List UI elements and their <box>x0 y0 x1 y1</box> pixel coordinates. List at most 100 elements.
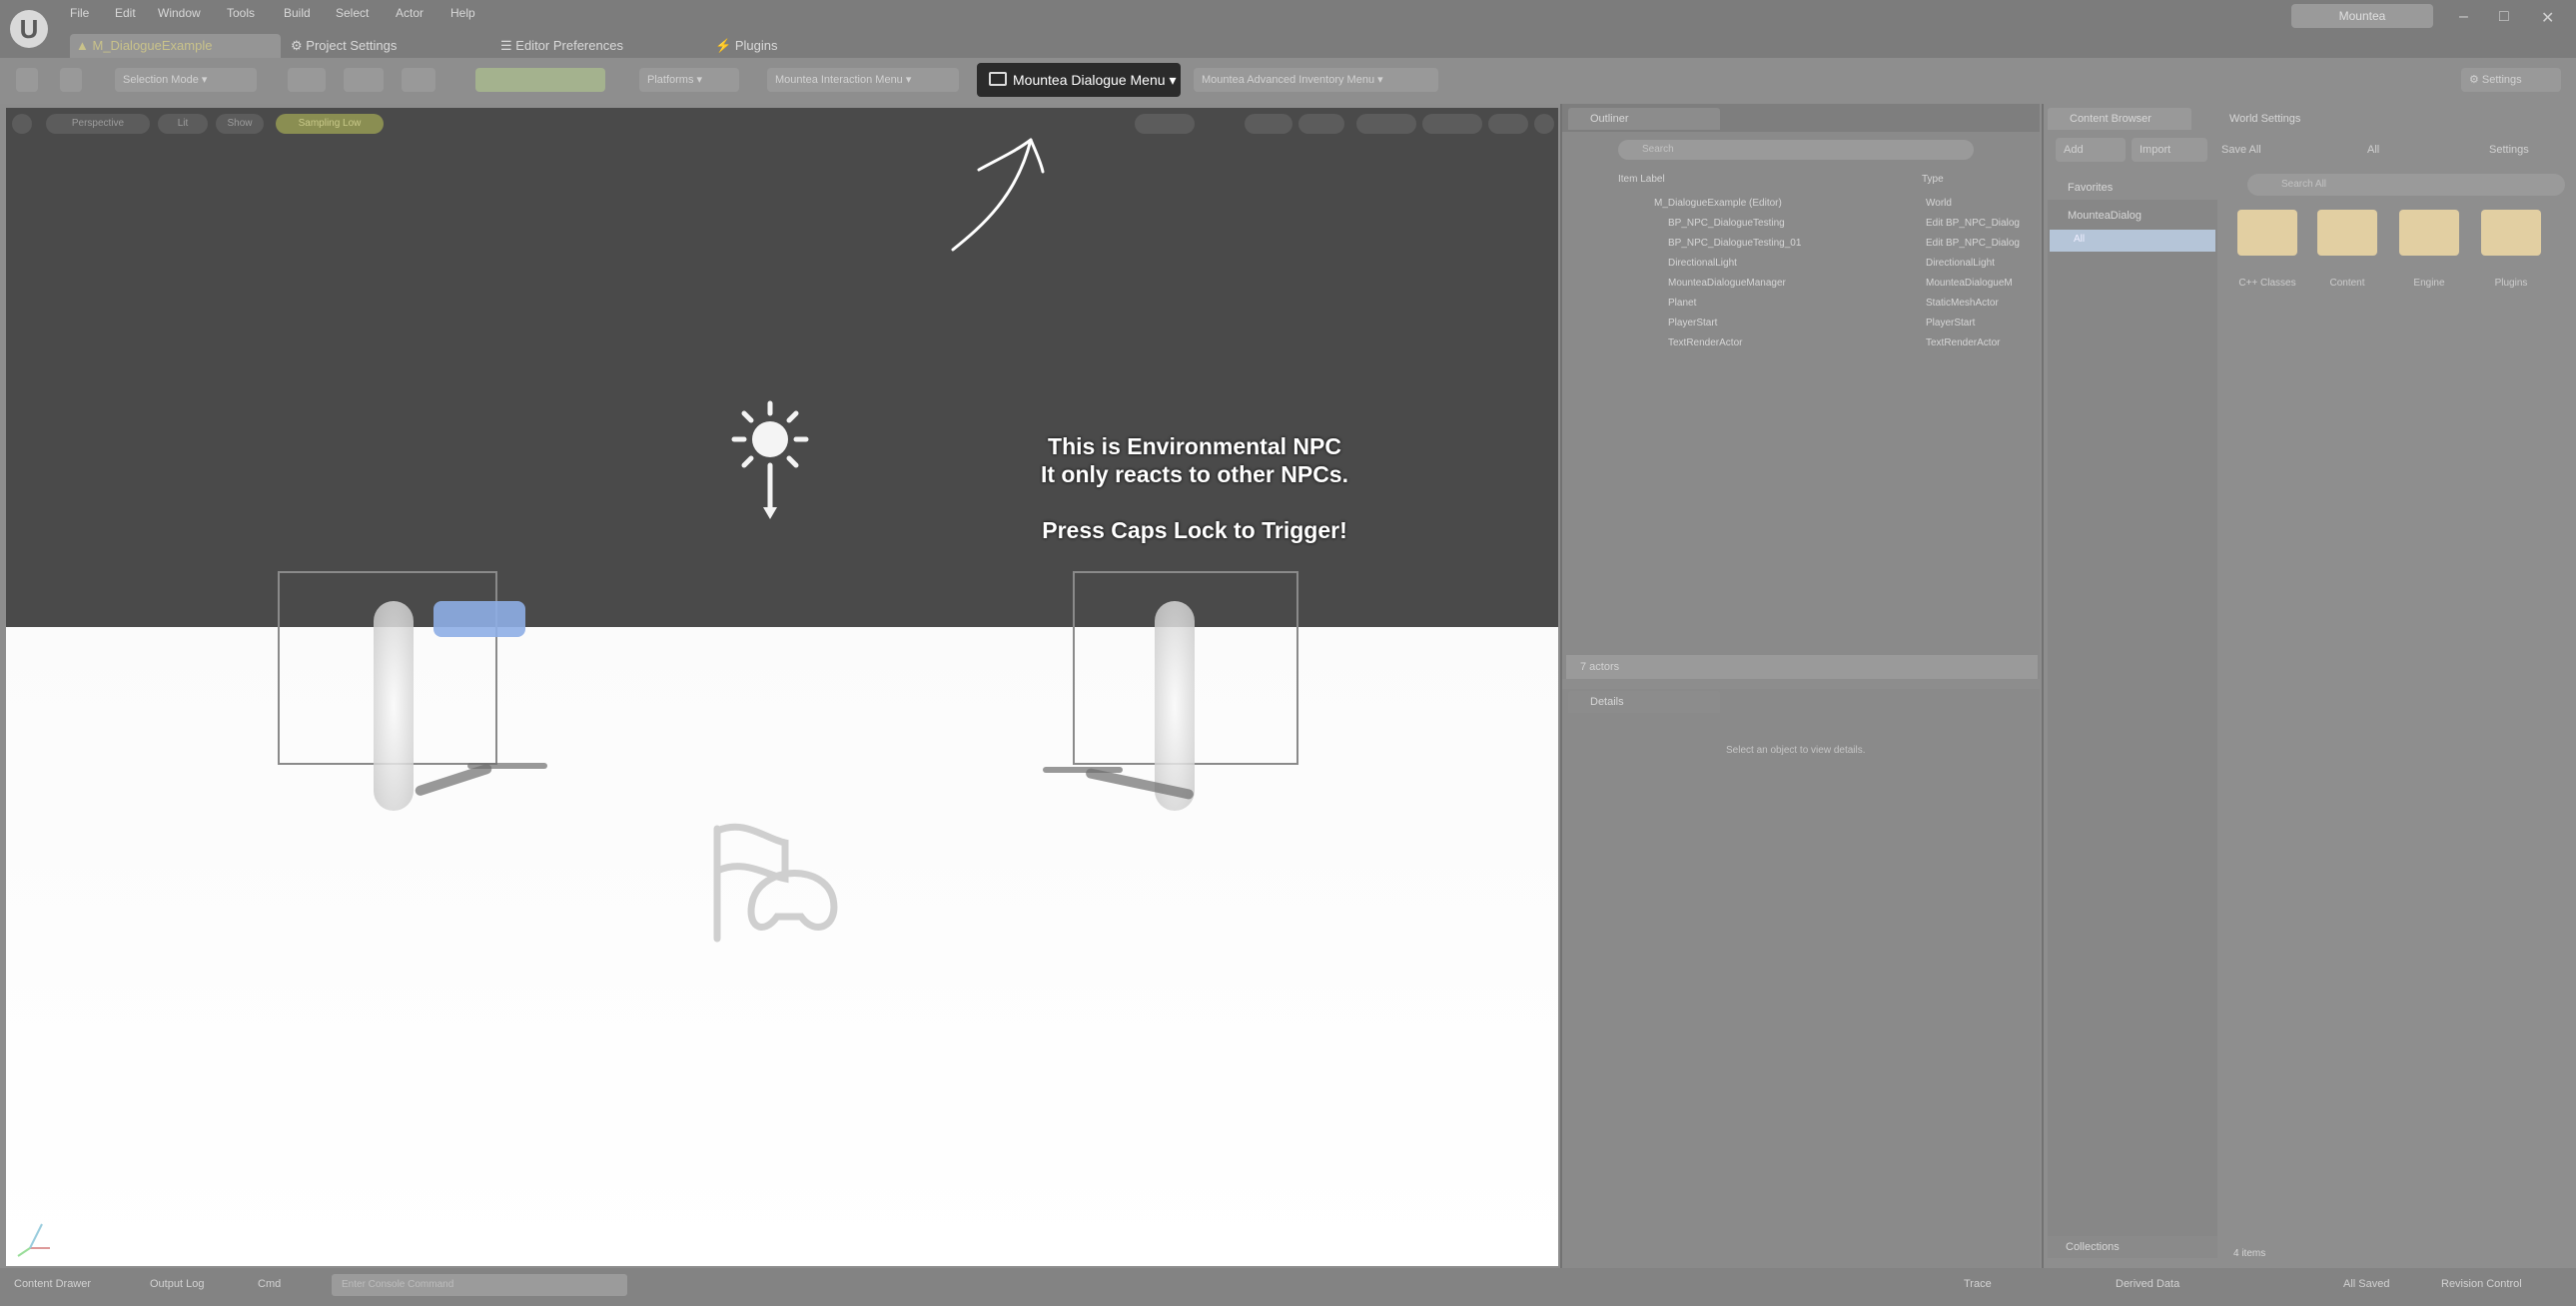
tab-content-browser[interactable]: Content Browser <box>2048 108 2191 130</box>
tab-plugins[interactable]: ⚡ Plugins <box>709 34 865 58</box>
project-section[interactable]: MounteaDialog <box>2052 206 2215 226</box>
menu-window[interactable]: Window <box>158 6 201 20</box>
content-drawer-button[interactable]: Content Drawer <box>14 1278 91 1290</box>
outliner-row-label[interactable]: PlayerStart <box>1668 318 1717 328</box>
tab-details[interactable]: Details <box>1568 691 1720 713</box>
save-icon[interactable] <box>16 68 38 92</box>
blueprint-icon[interactable] <box>344 68 384 92</box>
unreal-logo-icon[interactable]: U <box>10 10 48 48</box>
perspective-chip[interactable]: Perspective <box>46 114 150 134</box>
add-actor-icon[interactable] <box>288 68 326 92</box>
cinematics-icon[interactable] <box>402 68 435 92</box>
console-input[interactable]: Enter Console Command <box>332 1274 627 1296</box>
outliner-row-label[interactable]: M_DialogueExample (Editor) <box>1654 198 1782 209</box>
play-controls[interactable] <box>475 68 605 92</box>
outliner-row-label[interactable]: BP_NPC_DialogueTesting <box>1668 218 1785 229</box>
menu-select[interactable]: Select <box>336 6 369 20</box>
add-button[interactable]: Add <box>2056 138 2126 162</box>
tab-world-settings[interactable]: World Settings <box>2207 108 2347 130</box>
world-settings-tab-label: World Settings <box>2229 113 2301 125</box>
settings-label: Settings <box>2481 74 2522 86</box>
trace-button[interactable]: Trace <box>1964 1278 1992 1290</box>
folder-label: C++ Classes <box>2238 278 2296 289</box>
outliner-row-label[interactable]: DirectionalLight <box>1668 258 1737 269</box>
tab-outliner[interactable]: Outliner <box>1568 108 1720 130</box>
outliner-row-label[interactable]: TextRenderActor <box>1668 337 1742 348</box>
menu-file[interactable]: File <box>70 6 89 20</box>
menu-edit[interactable]: Edit <box>115 6 136 20</box>
cb-settings-button[interactable]: Settings <box>2481 138 2565 162</box>
tab-project-settings[interactable]: ⚙ Project Settings <box>285 34 490 58</box>
lit-chip[interactable]: Lit <box>158 114 208 134</box>
browse-icon[interactable] <box>60 68 82 92</box>
cb-search-input[interactable]: Search All <box>2247 174 2565 196</box>
outliner-row-label[interactable]: Planet <box>1668 298 1696 309</box>
user-badge[interactable]: Mountea <box>2291 4 2433 28</box>
col-item-label[interactable]: Item Label <box>1618 174 1665 185</box>
collections-section[interactable]: Collections <box>2048 1236 2217 1258</box>
output-log-button[interactable]: Output Log <box>150 1278 204 1290</box>
viewport-options-icon[interactable] <box>12 114 32 134</box>
menu-help[interactable]: Help <box>450 6 475 20</box>
outliner-row-type: TextRenderActor <box>1926 337 2001 348</box>
player-start-icon[interactable] <box>705 819 845 951</box>
scale-snap[interactable] <box>1422 114 1482 134</box>
dialogue-menu-button[interactable]: Mountea Dialogue Menu ▾ <box>977 63 1181 97</box>
directional-light-icon[interactable] <box>725 397 815 527</box>
cmd-dropdown[interactable]: Cmd <box>258 1278 281 1290</box>
revision-control-button[interactable]: Revision Control <box>2441 1278 2522 1290</box>
maximize-button[interactable]: □ <box>2499 8 2509 26</box>
close-button[interactable]: ✕ <box>2541 8 2554 28</box>
content-browser-tab-label: Content Browser <box>2070 113 2151 125</box>
npc-character-left[interactable] <box>374 601 414 811</box>
camera-speed[interactable] <box>1488 114 1528 134</box>
menu-tools[interactable]: Tools <box>227 6 255 20</box>
panel-divider[interactable] <box>1560 104 1562 1268</box>
folder-all-selected[interactable]: All <box>2050 230 2215 252</box>
maximize-viewport-icon[interactable] <box>1534 114 1554 134</box>
all-saved-button[interactable]: All Saved <box>2343 1278 2389 1290</box>
favorites-section[interactable]: Favorites <box>2052 178 2215 198</box>
inventory-menu-button[interactable]: Mountea Advanced Inventory Menu ▾ <box>1194 68 1438 92</box>
tab-editor-preferences[interactable]: ☰ Editor Preferences <box>494 34 700 58</box>
chevron-down-icon: ▾ <box>1169 72 1177 88</box>
col-type[interactable]: Type <box>1922 174 1944 185</box>
settings-button[interactable]: ⚙ Settings <box>2461 68 2561 92</box>
tab-plugins-label: Plugins <box>734 38 778 53</box>
folder-cpp-classes[interactable] <box>2237 210 2297 256</box>
preferences-icon: ☰ <box>500 38 516 53</box>
details-empty-text: Select an object to view details. <box>1726 745 1866 756</box>
folder-engine[interactable] <box>2399 210 2459 256</box>
rotation-snap[interactable] <box>1356 114 1416 134</box>
sampling-chip[interactable]: Sampling Low <box>276 114 384 134</box>
interaction-menu-button[interactable]: Mountea Interaction Menu ▾ <box>767 68 959 92</box>
details-panel <box>1562 689 2040 1268</box>
add-label: Add <box>2064 144 2084 156</box>
import-button[interactable]: Import <box>2132 138 2207 162</box>
outliner-panel <box>1562 104 2040 679</box>
save-all-button[interactable]: Save All <box>2213 138 2291 162</box>
npc-character-right[interactable] <box>1155 601 1195 811</box>
outliner-row-label[interactable]: BP_NPC_DialogueTesting_01 <box>1668 238 1801 249</box>
outliner-row-label[interactable]: MounteaDialogueManager <box>1668 278 1786 289</box>
dialogue-menu-label: Mountea Dialogue Menu <box>1013 72 1166 88</box>
level-viewport[interactable]: Perspective Lit Show Sampling Low This i… <box>6 108 1558 1266</box>
surface-snap[interactable] <box>1245 114 1292 134</box>
dialogue-menu-icon <box>989 72 1007 86</box>
grid-snap[interactable] <box>1298 114 1344 134</box>
minimize-button[interactable]: – <box>2459 8 2468 26</box>
folder-plugins[interactable] <box>2481 210 2541 256</box>
outliner-search-input[interactable]: Search <box>1618 140 1974 160</box>
derived-data-button[interactable]: Derived Data <box>2116 1278 2179 1290</box>
show-chip[interactable]: Show <box>216 114 264 134</box>
tab-level[interactable]: ▲ M_DialogueExample <box>70 34 281 58</box>
selection-mode-dropdown[interactable]: Selection Mode ▾ <box>115 68 257 92</box>
sources-panel <box>2048 200 2217 1238</box>
path-all-label: All <box>2367 144 2380 156</box>
path-breadcrumb[interactable]: All <box>2359 138 2419 162</box>
menu-actor[interactable]: Actor <box>396 6 424 20</box>
folder-content[interactable] <box>2317 210 2377 256</box>
platforms-dropdown[interactable]: Platforms ▾ <box>639 68 739 92</box>
menu-build[interactable]: Build <box>284 6 311 20</box>
transform-tools[interactable] <box>1135 114 1195 134</box>
